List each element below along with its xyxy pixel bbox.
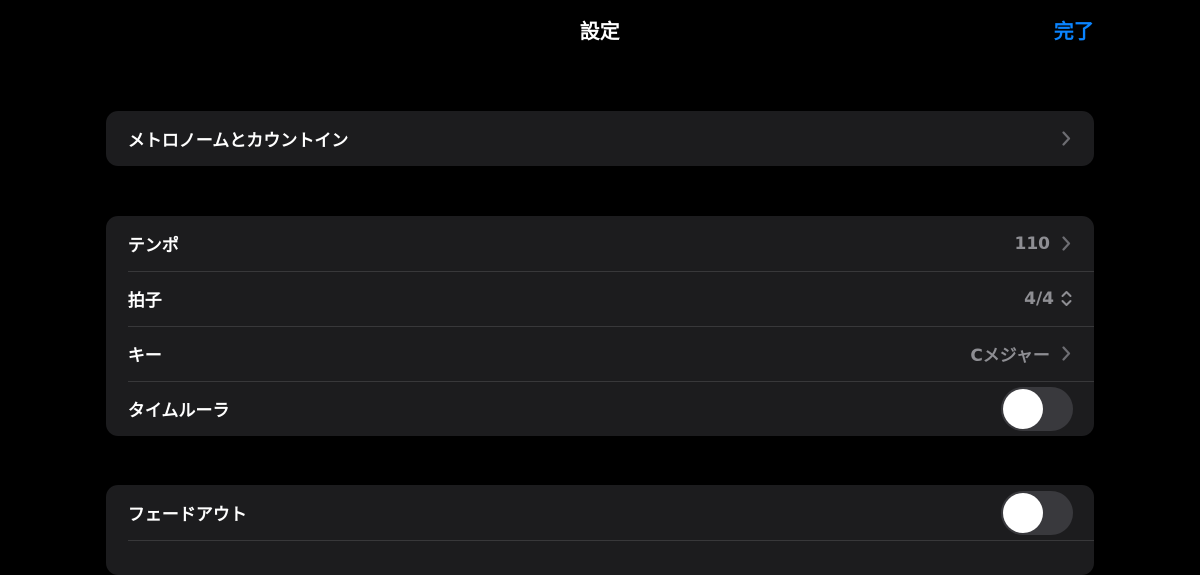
page-title: 設定 [580,19,620,43]
settings-group-fade: フェードアウト [106,485,1094,575]
time-ruler-toggle[interactable] [1001,386,1073,431]
toggle-knob [1003,388,1043,429]
tempo-row[interactable]: テンポ 110 [106,216,1094,271]
time-signature-value: 4/4 [1024,288,1054,309]
navigation-bar: 設定 完了 [0,0,1200,64]
fade-out-toggle[interactable] [1001,490,1073,535]
metronome-count-in-row[interactable]: メトロノームとカウントイン [106,111,1094,166]
time-ruler-row: タイムルーラ [106,381,1094,436]
fade-out-row: フェードアウト [106,485,1094,540]
chevron-right-icon [1060,235,1072,253]
time-signature-label: 拍子 [128,291,162,311]
next-row-partial [106,540,1094,575]
toggle-knob [1003,492,1043,533]
done-button[interactable]: 完了 [1054,17,1094,45]
key-row[interactable]: キー Cメジャー [106,326,1094,381]
key-value: Cメジャー [970,346,1050,366]
chevron-right-icon [1060,130,1072,148]
tempo-label: テンポ [128,236,179,256]
tempo-value: 110 [1014,233,1051,254]
chevron-up-down-icon [1060,290,1072,308]
chevron-right-icon [1060,345,1072,363]
settings-group-metronome: メトロノームとカウントイン [106,111,1094,166]
metronome-count-in-label: メトロノームとカウントイン [128,131,349,151]
key-label: キー [128,346,162,366]
time-ruler-label: タイムルーラ [128,401,230,421]
time-signature-row[interactable]: 拍子 4/4 [106,271,1094,326]
fade-out-label: フェードアウト [128,505,247,525]
settings-group-song: テンポ 110 拍子 4/4 キー Cメジャー タイムルーラ [106,216,1094,436]
